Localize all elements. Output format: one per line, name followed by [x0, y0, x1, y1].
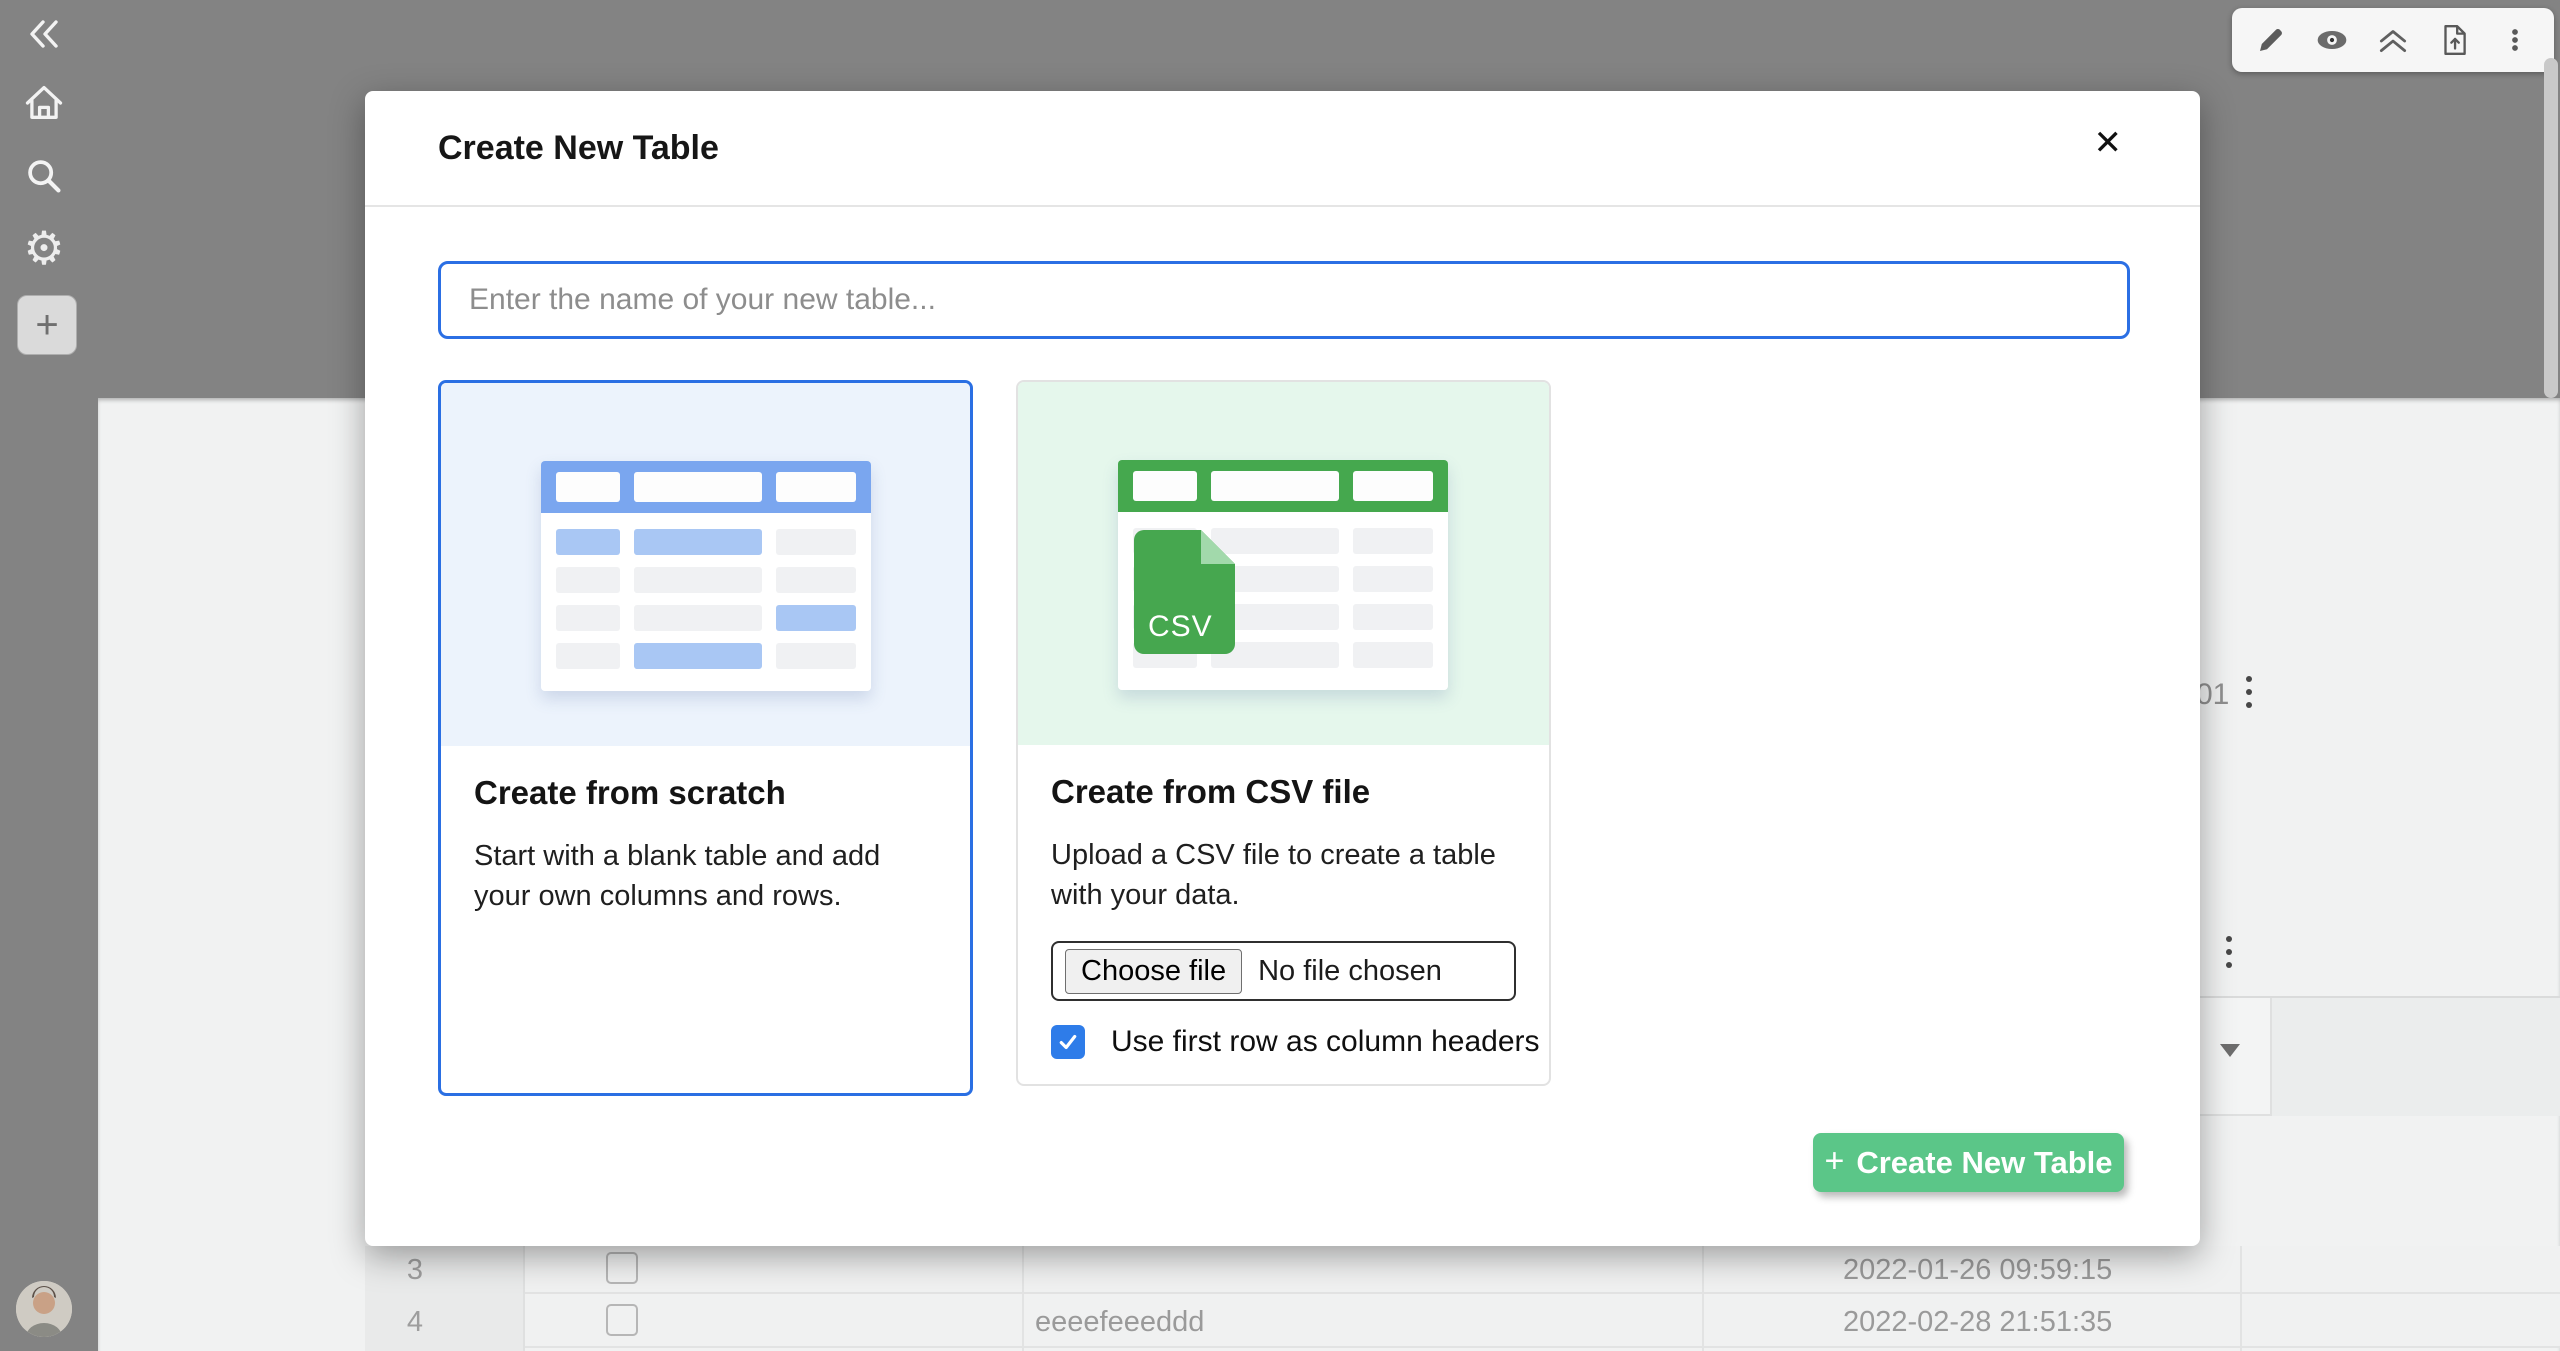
cell-created-on[interactable]: 2022-01-26 09:59:15	[1843, 1254, 2112, 1287]
modal-title: Create New Table	[438, 129, 719, 168]
create-new-table-modal: Create New Table ✕	[365, 91, 2200, 1246]
collapse-sidebar-icon[interactable]	[24, 16, 64, 52]
file-upload-icon[interactable]	[2437, 23, 2471, 57]
table-row	[365, 1294, 2560, 1346]
checkbox-label: Use first row as column headers	[1111, 1025, 1540, 1059]
home-icon[interactable]	[22, 82, 66, 124]
choose-file-button[interactable]: Choose file	[1065, 949, 1242, 994]
grid-header-strip	[2200, 996, 2560, 1116]
vertical-scrollbar[interactable]	[2544, 58, 2558, 398]
grid-header-cell	[2200, 998, 2272, 1116]
user-avatar[interactable]	[16, 1281, 72, 1337]
settings-gear-icon[interactable]: ⚙	[18, 222, 70, 274]
app-screen: 01 3 4 eeeefeeeddd 2022-01-26 09:59:15 2…	[0, 0, 2560, 1351]
column-divider	[1702, 1246, 1704, 1351]
preview-eye-icon[interactable]	[2315, 23, 2349, 57]
row-number-column: 3 4	[365, 1246, 525, 1351]
search-icon[interactable]	[24, 156, 64, 196]
plus-icon: +	[1825, 1144, 1845, 1178]
option-create-from-csv[interactable]: CSV Create from CSV file Upload a CSV fi…	[1016, 380, 1551, 1086]
more-kebab-icon[interactable]	[2498, 23, 2532, 57]
view-toolbar	[2232, 8, 2554, 72]
table-row	[365, 1246, 2560, 1292]
option-title: Create from scratch	[474, 774, 937, 812]
view-kebab-menu-icon[interactable]	[2226, 936, 2232, 968]
scratch-illustration	[441, 383, 970, 746]
option-description: Start with a blank table and add your ow…	[474, 836, 937, 916]
collapse-up-icon[interactable]	[2376, 23, 2410, 57]
column-dropdown-icon[interactable]	[2220, 1044, 2240, 1057]
row-number: 4	[395, 1306, 435, 1339]
option-description: Upload a CSV file to create a table with…	[1051, 835, 1516, 915]
table-name-input[interactable]	[438, 261, 2130, 339]
row-checkbox[interactable]	[606, 1252, 638, 1284]
column-divider	[2240, 1246, 2242, 1351]
csv-badge: CSV	[1148, 610, 1213, 644]
option-title: Create from CSV file	[1051, 773, 1516, 811]
column-divider	[1022, 1246, 1024, 1351]
cell-value[interactable]: eeeefeeeddd	[1035, 1306, 1204, 1339]
add-item-button[interactable]: +	[17, 295, 77, 355]
first-row-headers-checkbox[interactable]	[1051, 1025, 1085, 1059]
row-number: 3	[395, 1254, 435, 1287]
modal-header: Create New Table ✕	[365, 91, 2200, 207]
close-icon[interactable]: ✕	[2094, 123, 2123, 163]
file-status-text: No file chosen	[1258, 955, 1442, 988]
row-checkbox[interactable]	[606, 1304, 638, 1336]
create-new-table-button[interactable]: + Create New Table	[1813, 1133, 2124, 1192]
row-divider	[365, 1346, 2560, 1348]
partial-column-text: 01	[2196, 678, 2229, 712]
csv-illustration: CSV	[1018, 382, 1549, 745]
plus-icon: +	[35, 305, 58, 345]
column-kebab-menu-icon[interactable]	[2246, 676, 2252, 708]
option-create-from-scratch[interactable]: Create from scratch Start with a blank t…	[438, 380, 973, 1096]
edit-pencil-icon[interactable]	[2254, 23, 2288, 57]
csv-file-input[interactable]: Choose file No file chosen	[1051, 941, 1516, 1001]
cell-created-on[interactable]: 2022-02-28 21:51:35	[1843, 1306, 2112, 1339]
table-graphic	[541, 461, 871, 691]
first-row-headers-option: Use first row as column headers	[1051, 1025, 1516, 1059]
